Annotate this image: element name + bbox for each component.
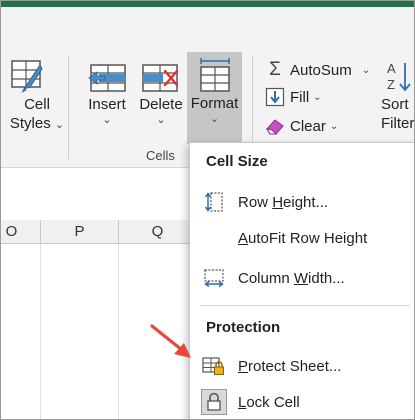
clear-label: Clear <box>290 117 326 135</box>
sort-label-1: Sort <box>381 96 409 113</box>
sort-label-2: Filter <box>381 115 415 132</box>
column-header-p[interactable]: P <box>41 220 119 244</box>
lock-icon <box>190 389 238 415</box>
protect-sheet-label: Protect Sheet... <box>238 357 342 375</box>
window-frame: Cell Styles ⌄ Insert ⌄ Delete ⌄ Format ⌄… <box>0 0 415 420</box>
format-cells-icon <box>199 58 230 92</box>
svg-text:Z: Z <box>387 77 395 92</box>
protection-heading: Protection <box>206 319 281 336</box>
autosum-button[interactable]: Σ AutoSum ⌄ <box>264 59 370 81</box>
column-header-q[interactable]: Q <box>119 220 197 244</box>
grid-line <box>118 244 119 419</box>
chevron-down-icon: ⌄ <box>329 120 339 132</box>
chevron-down-icon: ⌄ <box>361 64 371 76</box>
insert-label: Insert <box>88 96 126 113</box>
chevron-down-icon: ⌄ <box>313 91 322 103</box>
fill-label: Fill <box>290 88 310 106</box>
sort-filter-button[interactable]: A Z Sort Filter <box>381 59 415 133</box>
fill-button[interactable]: Fill ⌄ <box>264 87 322 107</box>
row-height-label: Row Height... <box>238 193 329 211</box>
autofit-row-height-item[interactable]: AutoFit Row Height <box>190 223 414 253</box>
delete-cells-icon <box>142 64 179 92</box>
cell-styles-label-1: Cell <box>24 96 50 113</box>
lock-cell-label: Lock Cell <box>238 393 300 411</box>
lock-cell-item[interactable]: Lock Cell <box>190 387 414 417</box>
chevron-down-icon: ⌄ <box>102 114 112 126</box>
autosum-label: AutoSum <box>290 61 352 79</box>
insert-cells-icon <box>88 64 126 92</box>
cells-group-label: Cells <box>146 148 175 163</box>
clear-button[interactable]: Clear ⌄ <box>264 117 338 135</box>
svg-text:A: A <box>387 61 396 76</box>
eraser-icon <box>264 117 286 135</box>
insert-button[interactable]: Insert ⌄ <box>83 59 131 126</box>
delete-label: Delete <box>139 96 183 113</box>
column-width-item[interactable]: Column Width... <box>190 263 414 293</box>
delete-button[interactable]: Delete ⌄ <box>137 59 185 126</box>
cell-styles-label-2: Styles ⌄ <box>9 115 65 132</box>
cell-styles-button[interactable]: Cell Styles ⌄ <box>1 59 64 133</box>
chevron-down-icon: ⌄ <box>209 113 220 125</box>
annotation-arrow-icon <box>150 324 191 358</box>
fill-down-icon <box>264 87 286 107</box>
menu-separator <box>200 305 410 306</box>
cell-styles-icon <box>11 60 43 93</box>
sort-icon: A Z <box>387 61 411 92</box>
row-height-item[interactable]: Row Height... <box>190 187 414 217</box>
format-label: Format <box>190 95 239 112</box>
column-width-label: Column Width... <box>238 269 345 287</box>
group-separator <box>68 55 69 159</box>
column-header-o[interactable]: O <box>1 220 41 244</box>
row-height-icon <box>190 191 238 213</box>
grid-line <box>40 244 41 419</box>
chevron-down-icon: ⌄ <box>156 114 166 126</box>
format-button[interactable]: Format ⌄ <box>187 52 242 144</box>
autofit-row-height-label: AutoFit Row Height <box>238 229 368 247</box>
column-width-icon <box>190 268 238 288</box>
protect-sheet-item[interactable]: Protect Sheet... <box>190 351 414 381</box>
sigma-icon: Σ <box>269 59 281 80</box>
cell-size-heading: Cell Size <box>206 153 268 170</box>
format-dropdown-menu: Cell Size Row Height... AutoFit Row Heig… <box>189 142 414 419</box>
chevron-down-icon: ⌄ <box>54 119 65 131</box>
